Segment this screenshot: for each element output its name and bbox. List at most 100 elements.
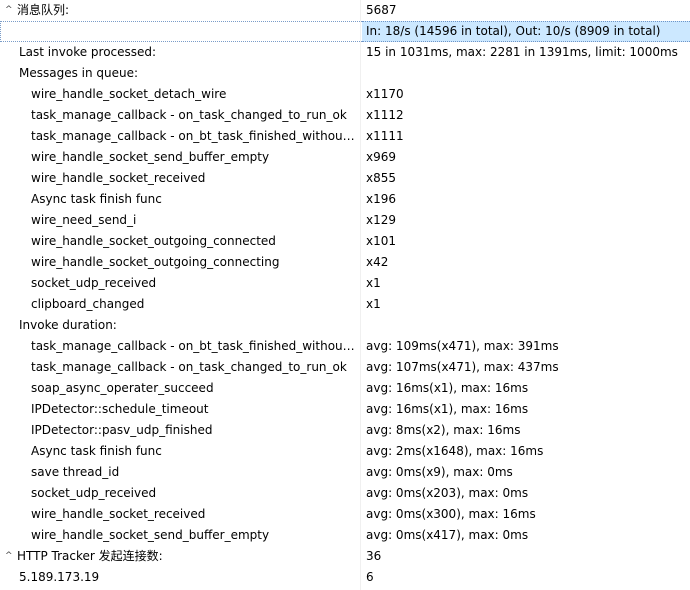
row-label-cell: task_manage_callback - on_bt_task_finish…	[0, 336, 358, 357]
row-value: avg: 2ms(x1648), max: 16ms	[366, 444, 544, 458]
queue-item[interactable]: wire_handle_socket_send_buffer_empty x969	[0, 147, 690, 168]
row-label-cell: wire_handle_socket_outgoing_connecting	[0, 252, 358, 273]
row-label: wire_handle_socket_outgoing_connected	[31, 234, 276, 248]
row-value	[366, 63, 690, 84]
row-label-cell: Last invoke processed:	[0, 42, 358, 63]
row-label-cell: wire_need_send_i	[0, 210, 358, 231]
duration-item[interactable]: IPDetector::pasv_udp_finished avg: 8ms(x2…	[0, 420, 690, 441]
row-value: avg: 107ms(x471), max: 437ms	[366, 360, 559, 374]
row-value: avg: 0ms(x300), max: 16ms	[366, 507, 536, 521]
message-queue-header[interactable]: ^ 消息队列: 5687	[0, 0, 690, 21]
duration-item[interactable]: task_manage_callback - on_bt_task_finish…	[0, 336, 690, 357]
row-label-cell: socket_udp_received	[0, 483, 358, 504]
collapse-chevron-icon[interactable]: ^	[5, 546, 17, 567]
last-invoke-row[interactable]: Last invoke processed: 15 in 1031ms, max:…	[0, 42, 690, 63]
queue-item[interactable]: task_manage_callback - on_task_changed_t…	[0, 105, 690, 126]
row-value: x1	[366, 276, 381, 290]
row-label: clipboard_changed	[31, 297, 145, 311]
row-value	[366, 315, 690, 336]
row-label: wire_handle_socket_detach_wire	[31, 87, 227, 101]
row-value: x101	[366, 234, 397, 248]
duration-item[interactable]: socket_udp_received avg: 0ms(x203), max: …	[0, 483, 690, 504]
row-label-cell: task_manage_callback - on_task_changed_t…	[0, 357, 358, 378]
row-label-cell: Invoke duration:	[0, 315, 358, 336]
row-label: task_manage_callback - on_task_changed_t…	[31, 108, 347, 122]
queue-item[interactable]: Async task finish func x196	[0, 189, 690, 210]
row-label-cell: wire_handle_socket_send_buffer_empty	[0, 147, 358, 168]
queue-item[interactable]: wire_handle_socket_detach_wire x1170	[0, 84, 690, 105]
property-tree: ^ 消息队列: 5687 In: 18/s (14596 in total), Out…	[0, 0, 690, 590]
row-label: socket_udp_received	[31, 486, 157, 500]
row-value: 15 in 1031ms, max: 2281 in 1391ms, limit…	[366, 45, 678, 59]
row-value: 5687	[366, 3, 397, 17]
queue-item[interactable]: socket_udp_received x1	[0, 273, 690, 294]
row-label-cell: IPDetector::pasv_udp_finished	[0, 420, 358, 441]
row-label-cell: wire_handle_socket_received	[0, 504, 358, 525]
row-label: soap_async_operater_succeed	[31, 381, 214, 395]
row-label-cell: IPDetector::schedule_timeout	[0, 399, 358, 420]
messages-in-queue-header[interactable]: Messages in queue:	[0, 63, 690, 84]
row-value: x196	[366, 192, 397, 206]
row-value: avg: 0ms(x203), max: 0ms	[366, 486, 529, 500]
duration-item[interactable]: save thread_id avg: 0ms(x9), max: 0ms	[0, 462, 690, 483]
row-value: In: 18/s (14596 in total), Out: 10/s (89…	[366, 24, 661, 38]
queue-item[interactable]: wire_handle_socket_received x855	[0, 168, 690, 189]
row-label-cell: socket_udp_received	[0, 273, 358, 294]
row-value: x969	[366, 150, 397, 164]
row-label: HTTP Tracker 发起连接数:	[17, 549, 163, 563]
row-label-cell: wire_handle_socket_detach_wire	[0, 84, 358, 105]
row-label: task_manage_callback - on_bt_task_finish…	[31, 129, 358, 143]
duration-item[interactable]: wire_handle_socket_received avg: 0ms(x300…	[0, 504, 690, 525]
duration-item[interactable]: task_manage_callback - on_task_changed_t…	[0, 357, 690, 378]
row-value: avg: 16ms(x1), max: 16ms	[366, 381, 529, 395]
row-value: x855	[366, 171, 397, 185]
row-label: socket_udp_received	[31, 276, 157, 290]
row-label: task_manage_callback - on_bt_task_finish…	[31, 339, 358, 353]
queue-item[interactable]: task_manage_callback - on_bt_task_finish…	[0, 126, 690, 147]
duration-item[interactable]: Async task finish func avg: 2ms(x1648), m…	[0, 441, 690, 462]
row-label: wire_handle_socket_send_buffer_empty	[31, 150, 270, 164]
row-value: x129	[366, 213, 397, 227]
row-label-cell: task_manage_callback - on_bt_task_finish…	[0, 126, 358, 147]
row-label-cell	[0, 21, 358, 42]
row-label-cell: Async task finish func	[0, 189, 358, 210]
invoke-duration-header[interactable]: Invoke duration:	[0, 315, 690, 336]
row-label: Async task finish func	[31, 192, 162, 206]
row-label: wire_need_send_i	[31, 213, 137, 227]
row-label-cell: wire_handle_socket_outgoing_connected	[0, 231, 358, 252]
collapse-chevron-icon[interactable]: ^	[5, 0, 17, 21]
row-label: Last invoke processed:	[19, 45, 157, 59]
row-label: wire_handle_socket_received	[31, 171, 206, 185]
row-label: wire_handle_socket_outgoing_connecting	[31, 255, 280, 269]
row-value: x1	[366, 297, 381, 311]
throughput-row[interactable]: In: 18/s (14596 in total), Out: 10/s (89…	[0, 21, 690, 42]
row-label: 消息队列:	[17, 3, 70, 17]
row-label-cell: save thread_id	[0, 462, 358, 483]
row-value: avg: 8ms(x2), max: 16ms	[366, 423, 521, 437]
row-label-cell: ^ 消息队列:	[0, 0, 358, 21]
row-label: IPDetector::schedule_timeout	[31, 402, 209, 416]
row-value: x1111	[366, 129, 404, 143]
queue-item[interactable]: wire_handle_socket_outgoing_connecting x4…	[0, 252, 690, 273]
row-label-cell: wire_handle_socket_received	[0, 168, 358, 189]
row-label-cell: task_manage_callback - on_task_changed_t…	[0, 105, 358, 126]
row-value: x1112	[366, 108, 404, 122]
row-label-cell: soap_async_operater_succeed	[0, 378, 358, 399]
row-label-cell: wire_handle_socket_send_buffer_empty	[0, 525, 358, 546]
queue-item[interactable]: clipboard_changed x1	[0, 294, 690, 315]
row-value: 6	[366, 570, 374, 584]
duration-item[interactable]: IPDetector::schedule_timeout avg: 16ms(x1…	[0, 399, 690, 420]
http-tracker-header[interactable]: ^ HTTP Tracker 发起连接数: 36	[0, 546, 690, 567]
queue-item[interactable]: wire_handle_socket_outgoing_connected x10…	[0, 231, 690, 252]
duration-item[interactable]: wire_handle_socket_send_buffer_empty avg:…	[0, 525, 690, 546]
row-value: avg: 109ms(x471), max: 391ms	[366, 339, 559, 353]
row-label-cell: ^ HTTP Tracker 发起连接数:	[0, 546, 358, 567]
row-label: save thread_id	[31, 465, 120, 479]
tracker-ip-row[interactable]: 5.189.173.19 6	[0, 567, 690, 588]
row-value: x42	[366, 255, 389, 269]
queue-item[interactable]: wire_need_send_i x129	[0, 210, 690, 231]
duration-item[interactable]: soap_async_operater_succeed avg: 16ms(x1)…	[0, 378, 690, 399]
row-label-cell: Messages in queue:	[0, 63, 358, 84]
row-label: Invoke duration:	[19, 318, 117, 332]
tree-rows: ^ 消息队列: 5687 In: 18/s (14596 in total), Out…	[0, 0, 690, 588]
